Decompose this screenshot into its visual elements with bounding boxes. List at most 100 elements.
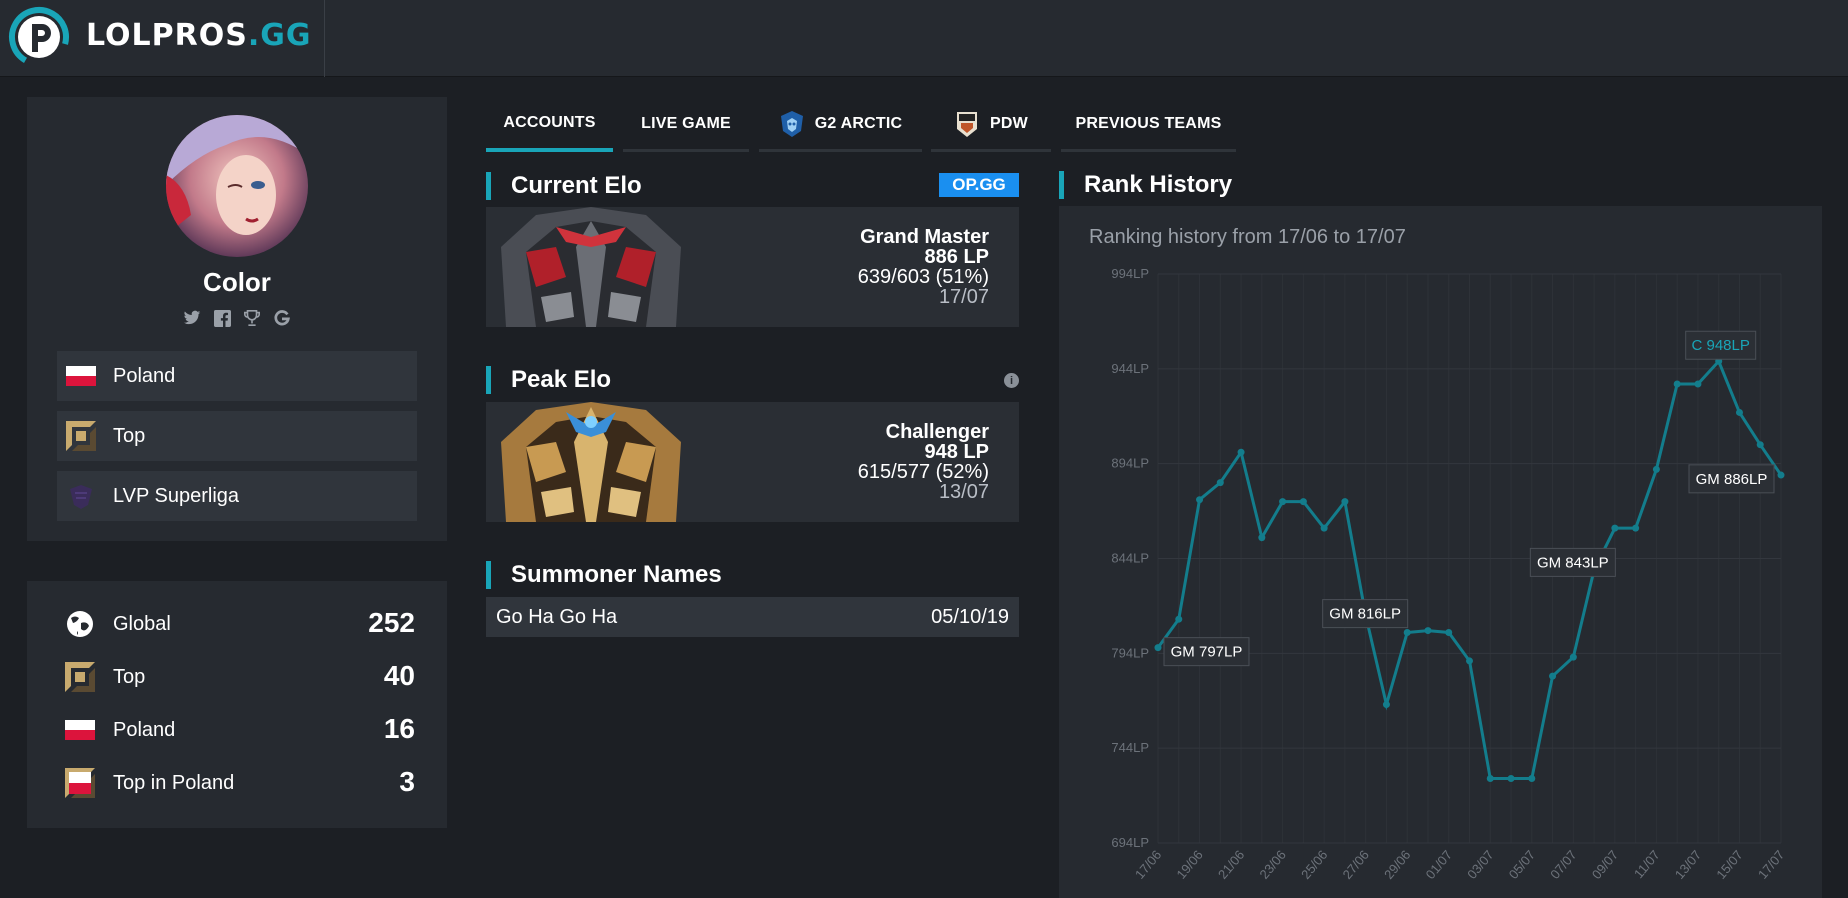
brand-logo-link[interactable]: LOLPROS.GG bbox=[0, 0, 325, 77]
data-point bbox=[1341, 498, 1349, 506]
data-point bbox=[1673, 380, 1681, 388]
annotation-label: C 948LP bbox=[1692, 337, 1750, 354]
data-point bbox=[1403, 628, 1411, 636]
rank-history-chart: Ranking history from 17/06 to 17/07 994L… bbox=[1059, 206, 1822, 898]
globe-icon bbox=[67, 611, 93, 637]
lolpros-logo-icon bbox=[9, 7, 69, 67]
x-tick-label: 05/07 bbox=[1506, 847, 1538, 882]
x-tick-label: 13/07 bbox=[1672, 847, 1704, 882]
data-point bbox=[1756, 441, 1764, 449]
x-tick-label: 29/06 bbox=[1381, 847, 1413, 882]
info-row-role: Top bbox=[57, 411, 417, 461]
data-point bbox=[1466, 657, 1473, 665]
x-tick-label: 15/07 bbox=[1713, 847, 1745, 882]
rankings-card: Global 252 Top 40 Poland 16 Top in Polan… bbox=[27, 581, 447, 828]
social-links bbox=[27, 309, 447, 327]
lvp-superliga-icon bbox=[70, 485, 92, 509]
ranking-row-global: Global 252 bbox=[65, 607, 415, 641]
data-point bbox=[1382, 701, 1390, 709]
top-role-icon bbox=[65, 662, 95, 692]
player-avatar bbox=[166, 115, 308, 257]
top-role-icon bbox=[66, 421, 96, 451]
trophy-icon[interactable] bbox=[243, 309, 261, 327]
tab-live-game[interactable]: LIVE GAME bbox=[623, 98, 749, 152]
twitter-icon[interactable] bbox=[183, 309, 201, 327]
current-elo-info: Grand Master 886 LP 639/603 (51%) 17/07 bbox=[857, 226, 989, 308]
x-tick-label: 07/07 bbox=[1547, 847, 1579, 882]
x-tick-label: 21/06 bbox=[1215, 847, 1247, 882]
data-point bbox=[1569, 653, 1577, 661]
data-point bbox=[1652, 465, 1660, 473]
top-bar: LOLPROS.GG bbox=[0, 0, 1848, 77]
data-point bbox=[1507, 775, 1515, 783]
data-point bbox=[1632, 524, 1640, 532]
summoner-names-header: Summoner Names bbox=[486, 561, 786, 589]
data-point bbox=[1549, 672, 1557, 680]
top-poland-icon bbox=[65, 768, 95, 798]
info-row-country: Poland bbox=[57, 351, 417, 401]
data-point bbox=[1175, 615, 1183, 623]
annotation-label: GM 886LP bbox=[1696, 471, 1768, 488]
data-point bbox=[1445, 628, 1453, 636]
facebook-icon[interactable] bbox=[213, 309, 231, 327]
info-row-league[interactable]: LVP Superliga bbox=[57, 471, 417, 521]
data-point bbox=[1154, 644, 1162, 652]
annotation-label: GM 816LP bbox=[1329, 606, 1401, 623]
brand-name: LOLPROS.GG bbox=[86, 18, 312, 53]
peak-elo-header: Peak Elo bbox=[486, 366, 786, 394]
current-elo-panel: Grand Master 886 LP 639/603 (51%) 17/07 bbox=[486, 207, 1019, 327]
summoner-name-date: 05/10/19 bbox=[931, 606, 1009, 628]
data-point bbox=[1279, 498, 1287, 506]
data-point bbox=[1735, 408, 1743, 416]
challenger-emblem-icon bbox=[501, 402, 681, 522]
ranking-row-top-in-country: Top in Poland 3 bbox=[65, 766, 415, 800]
y-tick-label: 894LP bbox=[1111, 456, 1149, 471]
data-point bbox=[1611, 524, 1619, 532]
profile-card: Color Poland Top LVP Superliga bbox=[27, 97, 447, 541]
y-tick-label: 794LP bbox=[1111, 645, 1149, 660]
data-point bbox=[1777, 471, 1785, 479]
y-tick-label: 744LP bbox=[1111, 740, 1149, 755]
opgg-link-button[interactable]: OP.GG bbox=[939, 173, 1019, 197]
x-tick-label: 17/06 bbox=[1132, 847, 1164, 882]
peak-elo-info: Challenger 948 LP 615/577 (52%) 13/07 bbox=[857, 421, 989, 503]
x-tick-label: 19/06 bbox=[1173, 847, 1205, 882]
y-tick-label: 694LP bbox=[1111, 835, 1149, 850]
x-tick-label: 03/07 bbox=[1464, 847, 1496, 882]
data-point bbox=[1486, 775, 1494, 783]
info-icon[interactable]: i bbox=[1004, 373, 1019, 388]
data-point bbox=[1528, 775, 1536, 783]
tab-previous-teams[interactable]: PREVIOUS TEAMS bbox=[1061, 98, 1236, 152]
data-point bbox=[1320, 524, 1328, 532]
x-tick-label: 11/07 bbox=[1631, 847, 1663, 881]
x-tick-label: 27/06 bbox=[1340, 847, 1372, 882]
poland-flag-icon bbox=[65, 720, 95, 740]
annotation-label: GM 797LP bbox=[1171, 644, 1243, 661]
peak-elo-panel: Challenger 948 LP 615/577 (52%) 13/07 bbox=[486, 402, 1019, 522]
y-tick-label: 844LP bbox=[1111, 551, 1149, 566]
summoner-name: Go Ha Go Ha bbox=[496, 606, 618, 628]
ranking-row-top: Top 40 bbox=[65, 660, 415, 694]
grandmaster-emblem-icon bbox=[501, 207, 681, 327]
tab-pdw[interactable]: PDW bbox=[931, 98, 1051, 152]
rank-history-header: Rank History bbox=[1059, 171, 1359, 199]
data-point bbox=[1694, 380, 1702, 388]
summoner-name-row: Go Ha Go Ha 05/10/19 bbox=[486, 597, 1019, 637]
data-point bbox=[1424, 627, 1432, 635]
gamepedia-icon[interactable] bbox=[273, 309, 291, 327]
data-point bbox=[1237, 448, 1245, 456]
tab-g2-arctic[interactable]: G2 ARCTIC bbox=[759, 98, 922, 152]
x-tick-label: 17/07 bbox=[1755, 847, 1787, 882]
data-point bbox=[1258, 534, 1266, 542]
data-point bbox=[1196, 496, 1204, 504]
player-name: Color bbox=[203, 267, 271, 297]
x-tick-label: 23/06 bbox=[1256, 847, 1288, 882]
y-tick-label: 994LP bbox=[1111, 266, 1149, 281]
y-tick-label: 944LP bbox=[1111, 361, 1149, 376]
poland-flag-icon bbox=[66, 366, 96, 386]
tab-accounts[interactable]: ACCOUNTS bbox=[486, 98, 613, 152]
g2-arctic-logo-icon bbox=[780, 110, 803, 137]
x-tick-label: 01/07 bbox=[1423, 847, 1455, 882]
rank-history-svg: 994LP 944LP 894LP 844LP 794LP 744LP 694LP17/06… bbox=[1111, 266, 1787, 882]
x-tick-label: 09/07 bbox=[1589, 847, 1621, 882]
